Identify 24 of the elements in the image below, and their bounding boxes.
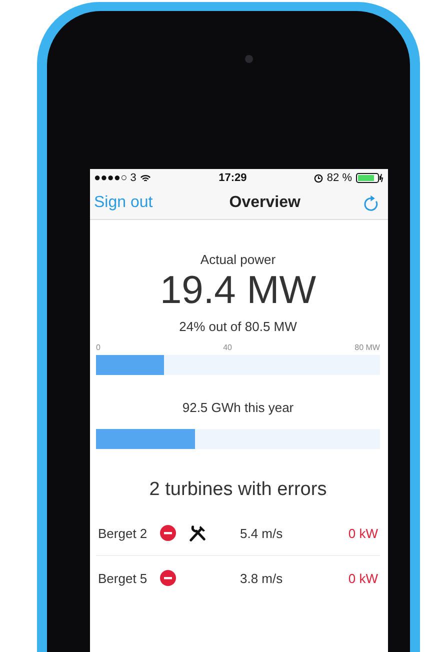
- power-output: 0 kW: [348, 526, 378, 540]
- sign-out-link[interactable]: Sign out: [94, 194, 153, 212]
- axis-label: 80 MW: [354, 343, 380, 352]
- battery-percent: 82 %: [326, 172, 352, 184]
- power-label: Actual power: [200, 252, 276, 267]
- power-value: 19.4 MW: [160, 269, 316, 313]
- axis-label: 40: [223, 343, 232, 352]
- signal-carrier: ●●●●○ 3: [94, 172, 136, 184]
- turbine-name: Berget 5: [98, 570, 148, 586]
- screen-title: Overview: [229, 194, 300, 212]
- energy-label: 92.5 GWh this year: [182, 400, 294, 415]
- errors-heading: 2 turbines with errors: [149, 479, 327, 501]
- capacity-share: 24% out of 80.5 MW: [179, 319, 297, 334]
- axis-label: 0: [96, 343, 100, 352]
- wind-speed: 3.8 m/s: [240, 570, 284, 586]
- alarm-icon: [314, 174, 323, 182]
- turbine-name: Berget 2: [98, 526, 148, 540]
- wifi-icon: [140, 174, 152, 182]
- power-output: 0 kW: [348, 570, 378, 586]
- battery-icon: [356, 173, 384, 183]
- status-time: 17:29: [218, 172, 247, 184]
- wind-speed: 5.4 m/s: [240, 526, 284, 540]
- camera-icon: [245, 55, 253, 63]
- refresh-icon[interactable]: [363, 194, 380, 212]
